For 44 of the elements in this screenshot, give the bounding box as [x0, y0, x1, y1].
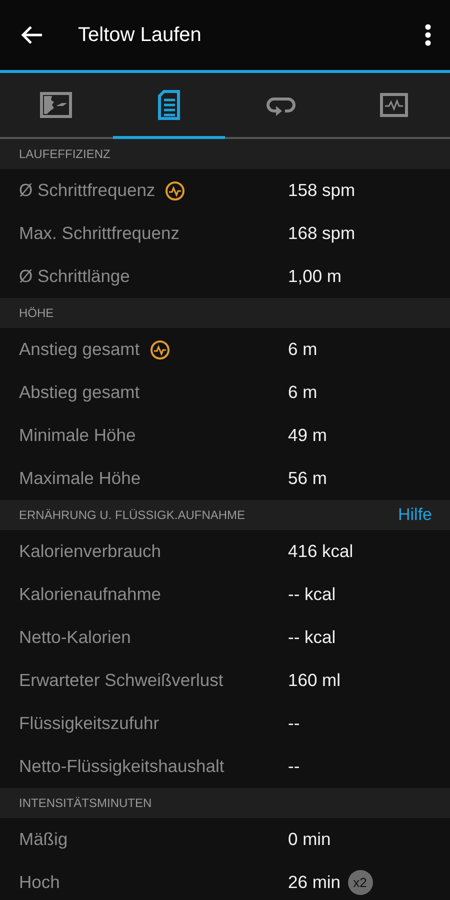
- stat-value: 6 m: [288, 339, 318, 360]
- stat-value: 168 spm: [288, 223, 356, 244]
- stat-value: -- kcal: [288, 584, 336, 605]
- stat-label: Ø Schrittlänge: [19, 266, 130, 287]
- stat-label: Erwarteter Schweißverlust: [19, 670, 224, 691]
- stat-label: Kalorienaufnahme: [19, 584, 162, 605]
- help-link[interactable]: Hilfe: [398, 505, 432, 525]
- stat-label: Ø Schrittfrequenz: [19, 180, 156, 201]
- section-title: INTENSITÄTSMINUTEN: [19, 796, 152, 810]
- stat-value: 6 m: [288, 382, 318, 403]
- stat-label: Netto-Flüssigkeitshaushalt: [19, 756, 224, 777]
- stat-label: Minimale Höhe: [19, 425, 136, 446]
- stat-value: --: [288, 713, 300, 734]
- stat-value: 1,00 m: [288, 266, 342, 287]
- stat-value: --: [288, 756, 300, 777]
- stat-label: Mäßig: [19, 829, 68, 850]
- section-title: ERNÄHRUNG U. FLÜSSIGK.AUFNAHME: [19, 508, 246, 522]
- stat-label: Flüssigkeitszufuhr: [19, 713, 160, 734]
- stat-label: Hoch: [19, 872, 60, 893]
- activity-title: Teltow Laufen: [78, 24, 202, 46]
- stat-value: 56 m: [288, 468, 327, 489]
- stat-label: Netto-Kalorien: [19, 627, 131, 648]
- section-title: LAUFEFFIZIENZ: [19, 147, 110, 161]
- stat-label: Anstieg gesamt: [19, 339, 140, 360]
- stat-value: -- kcal: [288, 627, 336, 648]
- stat-label: Max. Schrittfrequenz: [19, 223, 180, 244]
- back-button[interactable]: [20, 25, 44, 45]
- stat-value: 160 ml: [288, 670, 341, 691]
- stat-label: Abstieg gesamt: [19, 382, 140, 403]
- chart-icon[interactable]: [150, 340, 170, 360]
- stat-value: 416 kcal: [288, 541, 354, 562]
- stat-value: 26 min: [288, 872, 341, 893]
- stat-value: 158 spm: [288, 180, 356, 201]
- stat-value: 49 m: [288, 425, 327, 446]
- stat-value: 0 min: [288, 829, 331, 850]
- section-title: HÖHE: [19, 306, 54, 320]
- stat-label: Maximale Höhe: [19, 468, 141, 489]
- chart-icon[interactable]: [165, 180, 186, 200]
- stat-label: Kalorienverbrauch: [19, 541, 162, 562]
- multiplier-badge: x2: [348, 870, 373, 895]
- map-icon: [40, 92, 72, 118]
- menu-button[interactable]: [424, 23, 432, 47]
- activity-graph-icon: [380, 92, 408, 116]
- document-icon: [158, 90, 180, 120]
